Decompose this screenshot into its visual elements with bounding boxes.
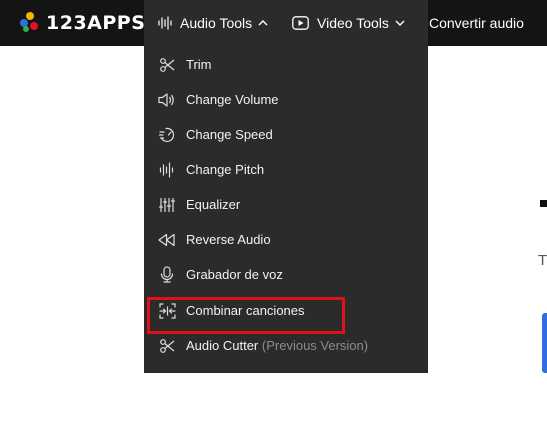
scissors-icon: [158, 56, 176, 74]
play-icon: [292, 16, 309, 30]
page-edge-button[interactable]: [542, 313, 547, 373]
brand-logo[interactable]: 123APPS: [20, 10, 145, 36]
page-partial-text: T: [538, 252, 547, 269]
waveform-icon: [158, 161, 176, 179]
logo-dots-icon: [20, 12, 40, 34]
highlight-box: [147, 297, 345, 334]
video-tools-menu-button[interactable]: Video Tools: [292, 0, 405, 46]
menu-item-change-pitch[interactable]: Change Pitch: [144, 152, 428, 187]
menu-item-label: Change Pitch: [186, 162, 265, 177]
microphone-icon: [158, 266, 176, 284]
menu-item-reverse-audio[interactable]: Reverse Audio: [144, 222, 428, 257]
rewind-icon: [158, 231, 176, 249]
chevron-up-icon: [258, 18, 268, 28]
convert-audio-link[interactable]: Convertir audio: [429, 0, 524, 46]
menu-item-label: Change Speed: [186, 127, 273, 142]
video-tools-label: Video Tools: [317, 15, 389, 31]
menu-item-label: Reverse Audio: [186, 232, 271, 247]
chevron-down-icon: [395, 18, 405, 28]
audio-cutter-label: Audio Cutter: [186, 338, 259, 353]
menu-item-trim[interactable]: Trim: [144, 47, 428, 82]
previous-version-note: (Previous Version): [261, 338, 369, 353]
menu-item-label: Change Volume: [186, 92, 279, 107]
audio-tools-label: Audio Tools: [180, 15, 253, 31]
convert-audio-label: Convertir audio: [429, 15, 524, 31]
menu-item-equalizer[interactable]: Equalizer: [144, 187, 428, 222]
speaker-icon: [158, 91, 176, 109]
menu-item-change-speed[interactable]: Change Speed: [144, 117, 428, 152]
speed-icon: [158, 126, 176, 144]
menu-item-label: Trim: [186, 57, 212, 72]
top-navigation-bar: 123APPS Audio Tools Video Tools Converti…: [0, 0, 547, 46]
menu-item-grabador-de-voz[interactable]: Grabador de voz: [144, 257, 428, 292]
menu-item-label: Grabador de voz: [186, 267, 283, 282]
waveform-icon: [158, 16, 172, 30]
page-edge-marker: [540, 200, 547, 207]
menu-item-label: Audio Cutter (Previous Version): [186, 338, 368, 353]
menu-item-label: Equalizer: [186, 197, 241, 212]
scissors-icon: [158, 337, 176, 355]
equalizer-icon: [158, 196, 176, 214]
brand-name: 123APPS: [46, 12, 146, 34]
menu-item-change-volume[interactable]: Change Volume: [144, 82, 428, 117]
